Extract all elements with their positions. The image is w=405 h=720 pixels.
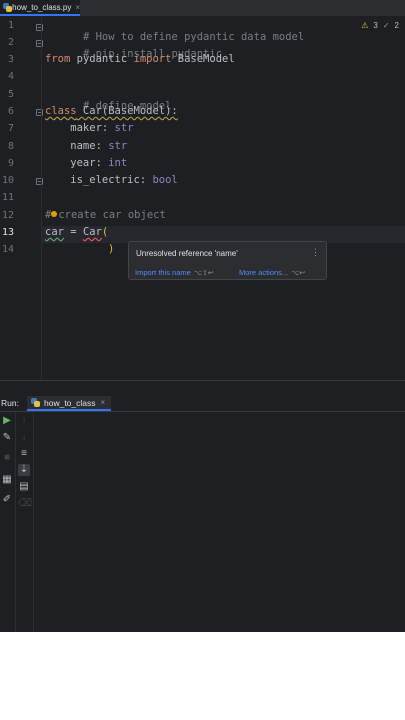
shortcut-label: ⌥↩ [291, 270, 306, 277]
field-type: str [108, 140, 128, 152]
editor-tab-how-to-class[interactable]: how_to_class.py × [0, 0, 80, 16]
console-separator [33, 412, 34, 632]
field-name: is_electric: [45, 174, 153, 186]
gutter-separator [41, 17, 42, 380]
warning-icon: ⚠ [361, 21, 369, 30]
field-name: year: [45, 157, 109, 169]
code-line-7: maker: str [45, 122, 134, 134]
run-left-toolbar: ▶ ✎ ■ ▦ ✐ [0, 412, 16, 632]
toolbar-separator [15, 412, 16, 632]
editor-tab-label: how_to_class.py [12, 2, 72, 12]
run-tab-how-to-class[interactable]: how_to_class × [27, 396, 111, 411]
line-number: 7 [7, 123, 14, 134]
scroll-to-end-icon[interactable]: ⇣ [18, 464, 30, 476]
code-line-13: car = Car( [45, 226, 108, 238]
code-line-12: # create car object [45, 209, 166, 221]
line-number: 10 [1, 175, 14, 186]
run-label: Run: [1, 398, 19, 408]
open-paren: ( [101, 226, 109, 238]
line-number: 1 [7, 20, 14, 31]
field-type: int [108, 157, 128, 169]
import-this-name-action[interactable]: Import this name ⌥⇧↩ [135, 268, 214, 277]
code-line-8: name: str [45, 140, 127, 152]
python-file-icon [3, 2, 12, 12]
assign-operator: = [63, 226, 83, 238]
soft-wrap-icon[interactable]: ≡ [18, 448, 30, 460]
run-icon[interactable]: ▶ [1, 415, 13, 427]
python-run-icon [31, 398, 40, 407]
line-number: 5 [7, 89, 14, 100]
panel-divider[interactable] [0, 380, 405, 381]
run-panel-header: Run: how_to_class × [0, 396, 405, 412]
trash-icon[interactable]: ⌫ [18, 498, 32, 510]
code-line-9: year: int [45, 157, 127, 169]
class-declaration: Car(BaseModel): [76, 105, 178, 117]
up-arrow-icon[interactable]: ↑ [18, 415, 30, 427]
code-line-6: class Car(BaseModel): [45, 105, 178, 117]
unresolved-reference-popup: Unresolved reference 'name' ⋮ Import thi… [128, 241, 327, 280]
down-arrow-icon[interactable]: ↓ [18, 432, 30, 444]
keyword-import: import [133, 53, 172, 65]
warning-count: 3 [373, 21, 378, 30]
code-line-10: is_electric: bool [45, 174, 178, 186]
field-type: str [114, 122, 134, 134]
line-number: 3 [7, 54, 14, 65]
run-console[interactable]: ▶ ✎ ■ ▦ ✐ ↑ ↓ ≡ ⇣ ▤ ⌫ [0, 412, 405, 632]
pin-icon[interactable]: ✐ [1, 494, 13, 506]
layout-icon[interactable]: ▦ [1, 474, 13, 486]
ok-count: 2 [394, 21, 399, 30]
comment-text: create car object [58, 209, 166, 221]
line-number: 11 [1, 192, 14, 203]
ide-window: how_to_class.py × ⚠ 3 ✓ 2 1 2 3 4 5 6 7 … [0, 0, 405, 632]
check-icon: ✓ [382, 21, 390, 30]
popup-message: Unresolved reference 'name' [136, 249, 238, 258]
close-icon[interactable]: × [101, 398, 106, 407]
shortcut-label: ⌥⇧↩ [193, 270, 214, 277]
close-icon[interactable]: × [75, 3, 80, 12]
line-number-current: 13 [1, 227, 14, 238]
field-type: bool [152, 174, 178, 186]
line-number: 8 [7, 141, 14, 152]
field-name: maker: [45, 122, 115, 134]
editor-tab-bar: how_to_class.py × [0, 0, 405, 17]
inspection-widget[interactable]: ⚠ 3 ✓ 2 [361, 21, 399, 30]
stop-icon[interactable]: ■ [1, 452, 13, 464]
wrench-icon[interactable]: ✎ [1, 432, 13, 444]
line-number: 2 [7, 37, 14, 48]
import-name: BaseModel [171, 53, 235, 65]
keyword-class: class [45, 105, 77, 117]
more-options-icon[interactable]: ⋮ [311, 247, 320, 258]
run-tab-label: how_to_class [44, 397, 96, 408]
action-label: Import this name [135, 268, 191, 277]
field-name: name: [45, 140, 109, 152]
code-line-3: from pydantic import BaseModel [45, 53, 235, 65]
close-paren: ) [108, 243, 115, 255]
line-number: 12 [1, 210, 14, 221]
module-name: pydantic [70, 53, 134, 65]
class-call: Car [82, 226, 102, 238]
code-editor[interactable]: ⚠ 3 ✓ 2 1 2 3 4 5 6 7 8 9 10 11 12 13 14… [0, 17, 405, 380]
run-right-toolbar: ↑ ↓ ≡ ⇣ ▤ ⌫ [18, 412, 34, 632]
intention-bulb-icon[interactable] [51, 211, 58, 217]
print-icon[interactable]: ▤ [18, 481, 30, 493]
keyword-from: from [45, 53, 71, 65]
more-actions-action[interactable]: More actions... ⌥↩ [239, 268, 305, 277]
code-line-14: ) [108, 243, 114, 255]
action-label: More actions... [239, 268, 289, 277]
variable-car: car [45, 226, 64, 238]
line-number: 4 [7, 71, 14, 82]
line-number: 9 [7, 158, 14, 169]
line-number: 14 [1, 244, 14, 255]
line-number: 6 [7, 106, 14, 117]
